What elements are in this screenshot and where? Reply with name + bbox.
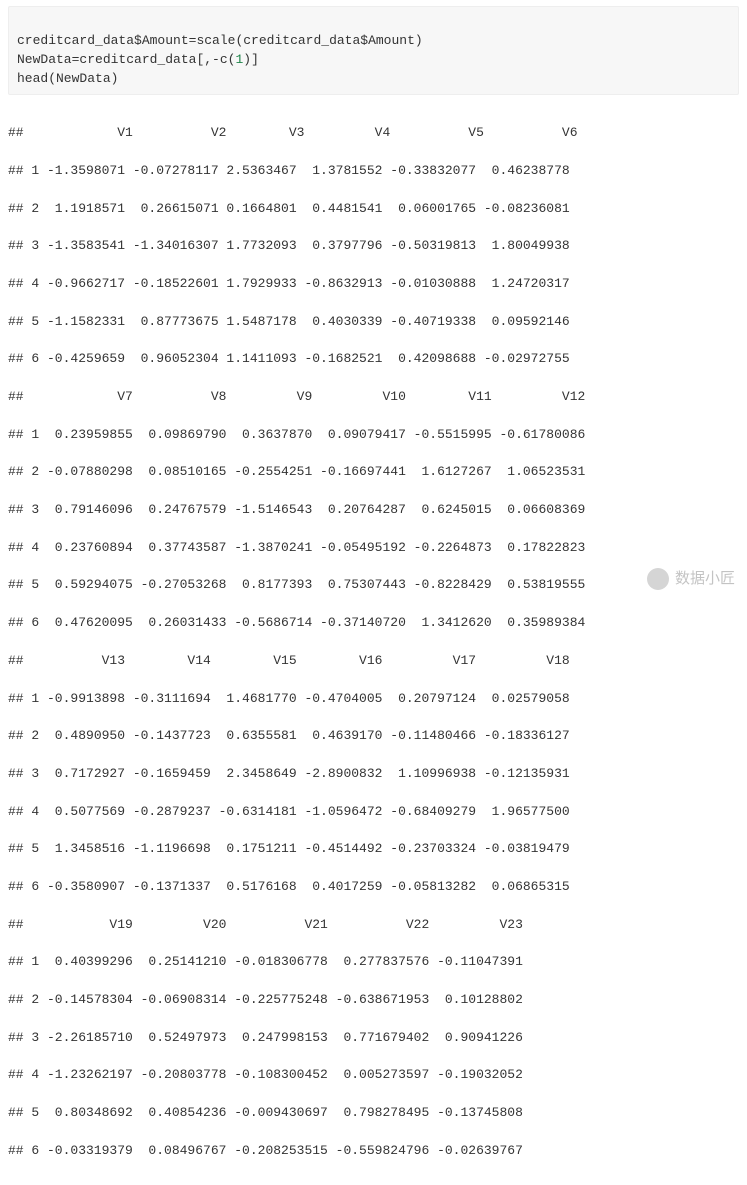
output-row: ## 5 1.3458516 -1.1196698 0.1751211 -0.4…: [8, 840, 739, 859]
output-row: ## 5 0.59294075 -0.27053268 0.8177393 0.…: [8, 576, 739, 595]
output-row: ## 2 1.1918571 0.26615071 0.1664801 0.44…: [8, 200, 739, 219]
output-row: ## 5 -1.1582331 0.87773675 1.5487178 0.4…: [8, 313, 739, 332]
output-row: ## 6 -0.4259659 0.96052304 1.1411093 -0.…: [8, 350, 739, 369]
output-row: ## 6 0.47620095 0.26031433 -0.5686714 -0…: [8, 614, 739, 633]
output-row: ## 3 0.79146096 0.24767579 -1.5146543 0.…: [8, 501, 739, 520]
output-row: ## 1 0.40399296 0.25141210 -0.018306778 …: [8, 953, 739, 972]
output-row: ## 2 -0.14578304 -0.06908314 -0.22577524…: [8, 991, 739, 1010]
output-row: ## 4 -0.9662717 -0.18522601 1.7929933 -0…: [8, 275, 739, 294]
code-line-3: head(NewData): [17, 71, 118, 86]
code-token: creditcard_data[,-c(: [79, 52, 235, 67]
console-output: ## V1 V2 V3 V4 V5 V6 ## 1 -1.3598071 -0.…: [0, 105, 747, 1185]
output-row: ## 4 -1.23262197 -0.20803778 -0.10830045…: [8, 1066, 739, 1085]
code-cell: creditcard_data$Amount=scale(creditcard_…: [8, 6, 739, 95]
output-row: ## 1 -0.9913898 -0.3111694 1.4681770 -0.…: [8, 690, 739, 709]
code-token: )]: [243, 52, 259, 67]
code-line-1: creditcard_data$Amount=scale(creditcard_…: [17, 33, 423, 48]
code-token: head(NewData): [17, 71, 118, 86]
code-token: creditcard_data$Amount: [17, 33, 189, 48]
output-row: ## 3 -1.3583541 -1.34016307 1.7732093 0.…: [8, 237, 739, 256]
output-row: ## 1 -1.3598071 -0.07278117 2.5363467 1.…: [8, 162, 739, 181]
output-row: ## 6 -0.03319379 0.08496767 -0.208253515…: [8, 1142, 739, 1161]
code-token: NewData: [17, 52, 72, 67]
output-row: ## 1 0.23959855 0.09869790 0.3637870 0.0…: [8, 426, 739, 445]
code-token: scale(creditcard_data$Amount): [196, 33, 422, 48]
output-header: ## V13 V14 V15 V16 V17 V18: [8, 652, 739, 671]
output-header: ## V19 V20 V21 V22 V23: [8, 916, 739, 935]
output-row: ## 6 -0.3580907 -0.1371337 0.5176168 0.4…: [8, 878, 739, 897]
output-row: ## 3 -2.26185710 0.52497973 0.247998153 …: [8, 1029, 739, 1048]
output-row: ## 4 0.5077569 -0.2879237 -0.6314181 -1.…: [8, 803, 739, 822]
output-row: ## 3 0.7172927 -0.1659459 2.3458649 -2.8…: [8, 765, 739, 784]
output-row: ## 5 0.80348692 0.40854236 -0.009430697 …: [8, 1104, 739, 1123]
output-row: ## 2 -0.07880298 0.08510165 -0.2554251 -…: [8, 463, 739, 482]
code-line-2: NewData=creditcard_data[,-c(1)]: [17, 52, 259, 67]
output-header: ## V1 V2 V3 V4 V5 V6: [8, 124, 739, 143]
output-row: ## 2 0.4890950 -0.1437723 0.6355581 0.46…: [8, 727, 739, 746]
output-row: ## 4 0.23760894 0.37743587 -1.3870241 -0…: [8, 539, 739, 558]
output-header: ## V7 V8 V9 V10 V11 V12: [8, 388, 739, 407]
